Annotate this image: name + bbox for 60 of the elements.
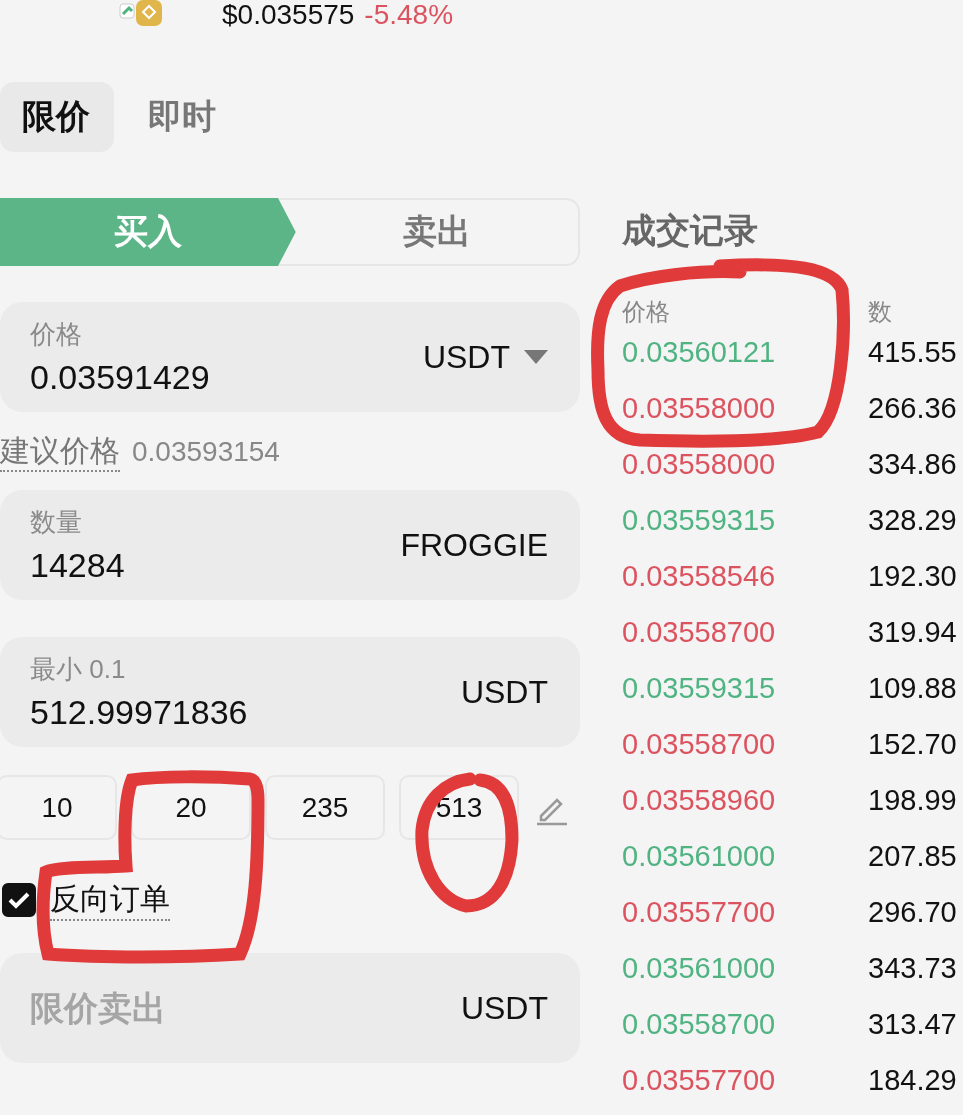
trade-amount: 343.73 [868,951,957,985]
reverse-price-input[interactable]: 限价卖出 [30,988,290,1028]
unit-label: USDT [460,989,548,1027]
trade-amount: 152.70 [868,727,957,761]
price-change: -5.48% [364,0,454,30]
caret-icon[interactable] [524,350,548,364]
trade-price: 0.03558700 [622,727,777,761]
trade-price: 0.03558000 [622,391,777,425]
trade-amount: 334.86 [868,447,957,481]
trade-price: 0.03559315 [622,503,777,537]
trade-price: 0.03560121 [622,335,777,369]
trade-amount: 184.29 [868,1063,957,1097]
checkbox[interactable] [2,883,36,917]
suggested-price-label[interactable]: 建议价格 [0,432,120,472]
order-type-tab[interactable]: 即时 [124,82,240,152]
amount-chip[interactable]: 235 [265,775,385,840]
column-header: 价格 [622,297,671,324]
trade-price: 0.03558960 [622,783,777,817]
section-title: 成交记录 [622,210,759,251]
trade-price: 0.03557700 [622,895,777,929]
ticker-price: $0.035575 [222,0,355,30]
trade-price: 0.03561000 [622,839,777,873]
trade-price: 0.03559315 [622,671,777,705]
trade-price: 0.03561000 [622,951,777,985]
side-tab[interactable]: 卖出 [295,200,578,264]
unit-label: FROGGIE [400,526,548,564]
trade-amount: 207.85 [868,839,957,873]
total-input[interactable]: 512.99971836 [30,693,330,732]
unit-label: USDT [460,673,548,711]
trade-price: 0.03558700 [622,615,777,649]
trade-price: 0.03557700 [622,1063,777,1097]
column-header: 数 [868,297,892,324]
field-label: 最小 0.1 [30,653,127,686]
total-field[interactable]: 最小 0.1 512.99971836 USDT [0,637,580,747]
trade-amount: 192.30 [868,559,957,593]
trade-amount: 109.88 [868,671,957,705]
price-input[interactable]: 0.03591429 [30,358,330,397]
trade-price: 0.03558546 [622,559,777,593]
trade-amount: 296.70 [868,895,957,929]
amount-chip[interactable]: 10 [0,775,117,840]
checkmark-icon [8,891,30,909]
field-label: 价格 [30,318,83,351]
order-type-tab[interactable]: 限价 [0,82,114,152]
unit-selector[interactable]: USDT [422,338,510,376]
trade-amount: 319.94 [868,615,957,649]
reverse-order-field[interactable]: 限价卖出 USDT [0,953,580,1063]
trade-amount: 415.55 [868,335,957,369]
field-label: 数量 [30,506,83,539]
trade-amount: 266.36 [868,391,957,425]
trade-price: 0.03558000 [622,447,777,481]
trade-amount: 328.29 [868,503,957,537]
trade-price: 0.03558700 [622,1007,777,1041]
trade-amount: 313.47 [868,1007,957,1041]
amount-chip[interactable]: 513 [399,775,519,840]
suggested-price: 0.03593154 [132,436,280,468]
checkbox-label[interactable]: 反向订单 [50,879,170,921]
amount-field[interactable]: 数量 14284 FROGGIE [0,490,580,600]
trade-amount: 198.99 [868,783,957,817]
amount-input[interactable]: 14284 [30,546,330,585]
price-field[interactable]: 价格 0.03591429 USDT [0,302,580,412]
